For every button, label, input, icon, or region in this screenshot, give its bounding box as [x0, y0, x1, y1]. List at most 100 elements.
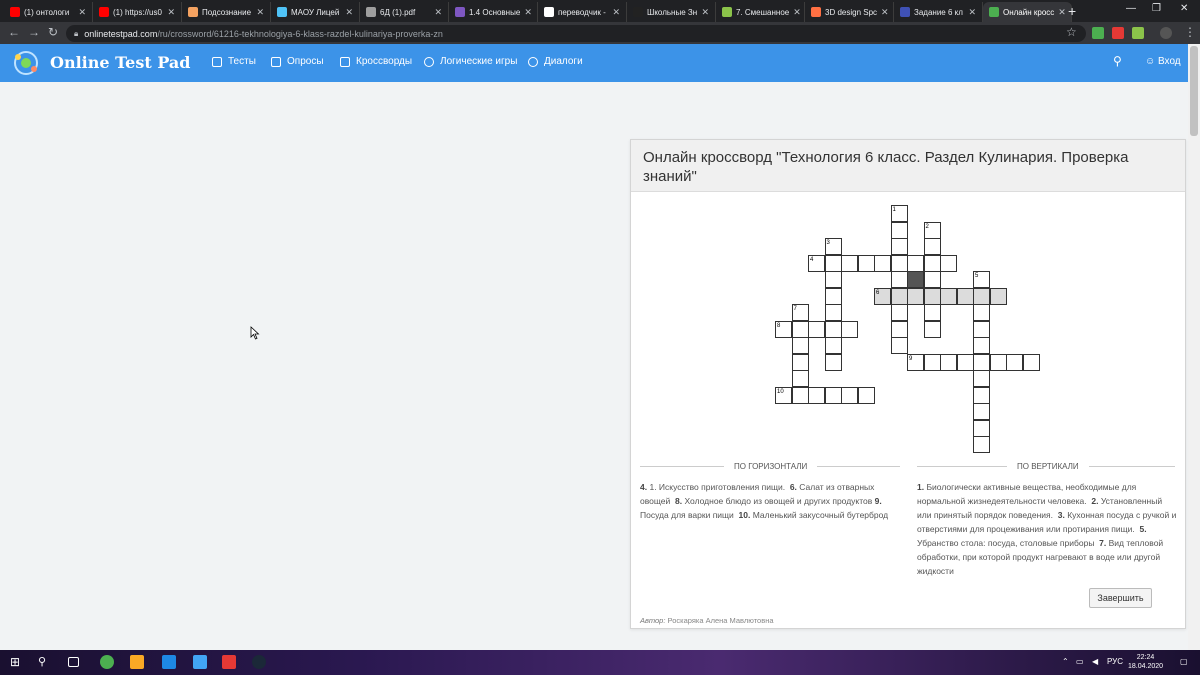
- crossword-cell[interactable]: [973, 337, 990, 354]
- tab-close-icon[interactable]: ✕: [697, 7, 709, 18]
- new-tab-button[interactable]: +: [1068, 3, 1076, 19]
- nav-tests[interactable]: Тесты: [212, 56, 256, 67]
- crossword-cell[interactable]: [907, 287, 924, 305]
- crossword-cell[interactable]: [890, 254, 908, 272]
- crossword-cell[interactable]: [791, 353, 809, 371]
- steam-icon[interactable]: [252, 655, 266, 669]
- crossword-cell[interactable]: [890, 320, 908, 338]
- extension-icon[interactable]: [1112, 27, 1124, 39]
- tab-close-icon[interactable]: ✕: [789, 7, 801, 18]
- chrome-icon[interactable]: [100, 655, 114, 669]
- browser-tab[interactable]: Онлайн кросс ✕: [983, 2, 1072, 22]
- page-scrollbar[interactable]: [1188, 44, 1200, 650]
- yandex-icon[interactable]: [222, 655, 236, 669]
- crossword-cell[interactable]: [824, 271, 842, 288]
- store-icon[interactable]: [162, 655, 176, 669]
- taskbar-clock[interactable]: 22:24 18.04.2020: [1128, 653, 1163, 671]
- crossword-cell[interactable]: [923, 238, 941, 255]
- close-window-icon[interactable]: ✕: [1180, 3, 1188, 14]
- browser-tab[interactable]: переводчик - ✕: [538, 2, 627, 22]
- crossword-cell[interactable]: [890, 304, 908, 321]
- crossword-cell[interactable]: [890, 287, 908, 305]
- browser-tab[interactable]: Подсознание ✕: [182, 2, 271, 22]
- crossword-cell[interactable]: [956, 287, 974, 305]
- crossword-cell[interactable]: [923, 271, 941, 288]
- crossword-cell[interactable]: [808, 320, 825, 338]
- crossword-cell[interactable]: [989, 353, 1007, 371]
- search-icon[interactable]: ⚲: [38, 655, 52, 669]
- tray-chevron-icon[interactable]: ⌃: [1062, 657, 1069, 666]
- tab-close-icon[interactable]: ✕: [520, 7, 532, 18]
- crossword-cell[interactable]: [1022, 353, 1040, 371]
- browser-tab[interactable]: (1) онтологи ✕: [4, 2, 93, 22]
- crossword-cell[interactable]: [890, 271, 908, 288]
- url-input[interactable]: 🔒︎ onlinetestpad.com /ru/crossword/61216…: [66, 25, 1086, 42]
- crossword-cell[interactable]: [973, 304, 990, 321]
- windows-start-icon[interactable]: ⊞: [10, 655, 24, 669]
- notification-icon[interactable]: ▢: [1180, 657, 1188, 666]
- login-button[interactable]: ☺︎ Вход: [1145, 56, 1181, 67]
- crossword-cell[interactable]: [841, 386, 858, 404]
- crossword-cell[interactable]: [824, 254, 842, 272]
- crossword-cell[interactable]: [808, 386, 825, 404]
- crossword-cell[interactable]: [973, 320, 990, 338]
- crossword-cell[interactable]: [973, 353, 990, 371]
- crossword-cell[interactable]: [973, 436, 990, 453]
- maximize-icon[interactable]: ❐: [1152, 3, 1161, 14]
- crossword-cell[interactable]: [940, 353, 957, 371]
- crossword-cell[interactable]: [874, 254, 891, 272]
- crossword-cell[interactable]: [824, 304, 842, 321]
- browser-tab[interactable]: Задание 6 кл ✕: [894, 2, 983, 22]
- tab-close-icon[interactable]: ✕: [74, 7, 86, 18]
- crossword-cell[interactable]: [923, 254, 941, 272]
- crossword-cell[interactable]: [824, 287, 842, 305]
- crossword-cell[interactable]: [791, 320, 809, 338]
- crossword-cell[interactable]: [973, 386, 990, 404]
- browser-tab[interactable]: 3D design Spc ✕: [805, 2, 894, 22]
- tab-close-icon[interactable]: ✕: [252, 7, 264, 18]
- browser-tab[interactable]: (1) https://us0 ✕: [93, 2, 182, 22]
- browser-tab[interactable]: 1.4 Основные ✕: [449, 2, 538, 22]
- site-logo-text[interactable]: Online Test Pad: [50, 53, 190, 72]
- crossword-cell[interactable]: [923, 353, 941, 371]
- nav-crosswords[interactable]: Кроссворды: [340, 56, 412, 67]
- mail-icon[interactable]: [193, 655, 207, 669]
- crossword-cell[interactable]: [890, 337, 908, 354]
- extension-icon[interactable]: [1132, 27, 1144, 39]
- tab-close-icon[interactable]: ✕: [608, 7, 620, 18]
- crossword-cell[interactable]: [791, 337, 809, 354]
- tab-close-icon[interactable]: ✕: [430, 7, 442, 18]
- browser-tab[interactable]: Школьные Зн ✕: [627, 2, 716, 22]
- nav-polls[interactable]: Опросы: [271, 56, 324, 67]
- crossword-cell[interactable]: [973, 403, 990, 420]
- nav-logic-games[interactable]: Логические игры: [424, 56, 517, 67]
- browser-tab[interactable]: МАОУ Лицей ✕: [271, 2, 360, 22]
- profile-avatar[interactable]: [1160, 27, 1172, 39]
- crossword-cell[interactable]: [940, 287, 957, 305]
- file-explorer-icon[interactable]: [130, 655, 144, 669]
- back-icon[interactable]: ←: [8, 25, 20, 39]
- crossword-cell[interactable]: [973, 287, 990, 305]
- crossword-cell[interactable]: [956, 353, 974, 371]
- tab-close-icon[interactable]: ✕: [341, 7, 353, 18]
- tab-close-icon[interactable]: ✕: [877, 7, 889, 18]
- finish-button[interactable]: Завершить: [1089, 588, 1152, 608]
- tab-close-icon[interactable]: ✕: [163, 7, 175, 18]
- crossword-cell[interactable]: [791, 370, 809, 387]
- bookmark-star-icon[interactable]: ☆: [1066, 25, 1077, 39]
- crossword-cell[interactable]: [907, 254, 924, 272]
- crossword-cell[interactable]: [890, 238, 908, 255]
- crossword-cell[interactable]: [791, 386, 809, 404]
- browser-tab[interactable]: 6Д (1).pdf ✕: [360, 2, 449, 22]
- crossword-cell[interactable]: [890, 221, 908, 239]
- crossword-cell[interactable]: [973, 419, 990, 437]
- crossword-cell[interactable]: [923, 287, 941, 305]
- crossword-cell[interactable]: [1006, 353, 1023, 371]
- crossword-cell[interactable]: [824, 337, 842, 354]
- nav-dialogs[interactable]: Диалоги: [528, 56, 583, 67]
- forward-icon[interactable]: →: [28, 25, 40, 39]
- minimize-icon[interactable]: —: [1126, 3, 1136, 14]
- tab-close-icon[interactable]: ✕: [964, 7, 976, 18]
- reload-icon[interactable]: ↻: [48, 25, 58, 39]
- crossword-cell[interactable]: [824, 320, 842, 338]
